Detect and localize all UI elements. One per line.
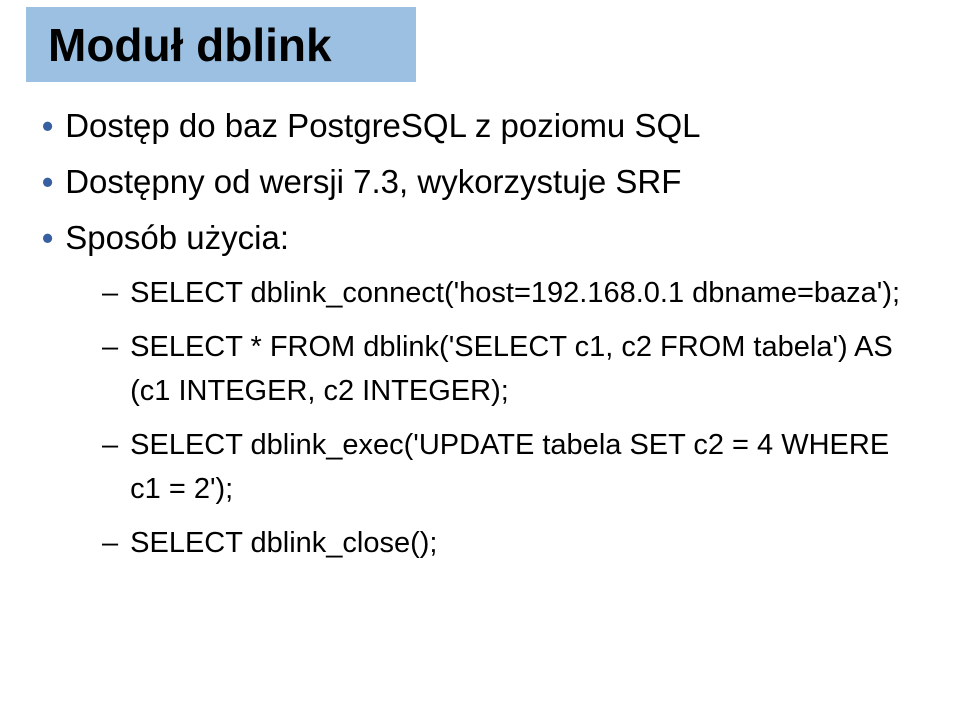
slide-title-box: Moduł dblink bbox=[26, 7, 416, 82]
bullet-item: • Dostępny od wersji 7.3, wykorzystuje S… bbox=[40, 159, 920, 205]
bullet-item: • Dostęp do baz PostgreSQL z poziomu SQL bbox=[40, 103, 920, 149]
bullet-item: • Sposób użycia: bbox=[40, 215, 920, 261]
bullet-text: Sposób użycia: bbox=[65, 215, 289, 261]
slide-content: • Dostęp do baz PostgreSQL z poziomu SQL… bbox=[40, 103, 920, 575]
dash-marker-icon: – bbox=[102, 423, 118, 467]
sub-list: – SELECT dblink_connect('host=192.168.0.… bbox=[100, 271, 920, 565]
bullet-marker-icon: • bbox=[42, 159, 53, 205]
dash-marker-icon: – bbox=[102, 521, 118, 565]
dash-marker-icon: – bbox=[102, 271, 118, 315]
dash-marker-icon: – bbox=[102, 325, 118, 369]
sub-item: – SELECT dblink_connect('host=192.168.0.… bbox=[100, 271, 920, 315]
sub-text: SELECT dblink_close(); bbox=[130, 521, 437, 565]
sub-item: – SELECT dblink_close(); bbox=[100, 521, 920, 565]
bullet-text: Dostępny od wersji 7.3, wykorzystuje SRF bbox=[65, 159, 681, 205]
bullet-text: Dostęp do baz PostgreSQL z poziomu SQL bbox=[65, 103, 700, 149]
bullet-marker-icon: • bbox=[42, 215, 53, 261]
sub-item: – SELECT dblink_exec('UPDATE tabela SET … bbox=[100, 423, 920, 511]
sub-text: SELECT dblink_exec('UPDATE tabela SET c2… bbox=[130, 423, 920, 511]
sub-item: – SELECT * FROM dblink('SELECT c1, c2 FR… bbox=[100, 325, 920, 413]
sub-text: SELECT * FROM dblink('SELECT c1, c2 FROM… bbox=[130, 325, 920, 413]
sub-text: SELECT dblink_connect('host=192.168.0.1 … bbox=[130, 271, 900, 315]
bullet-marker-icon: • bbox=[42, 103, 53, 149]
slide-title: Moduł dblink bbox=[48, 18, 332, 72]
